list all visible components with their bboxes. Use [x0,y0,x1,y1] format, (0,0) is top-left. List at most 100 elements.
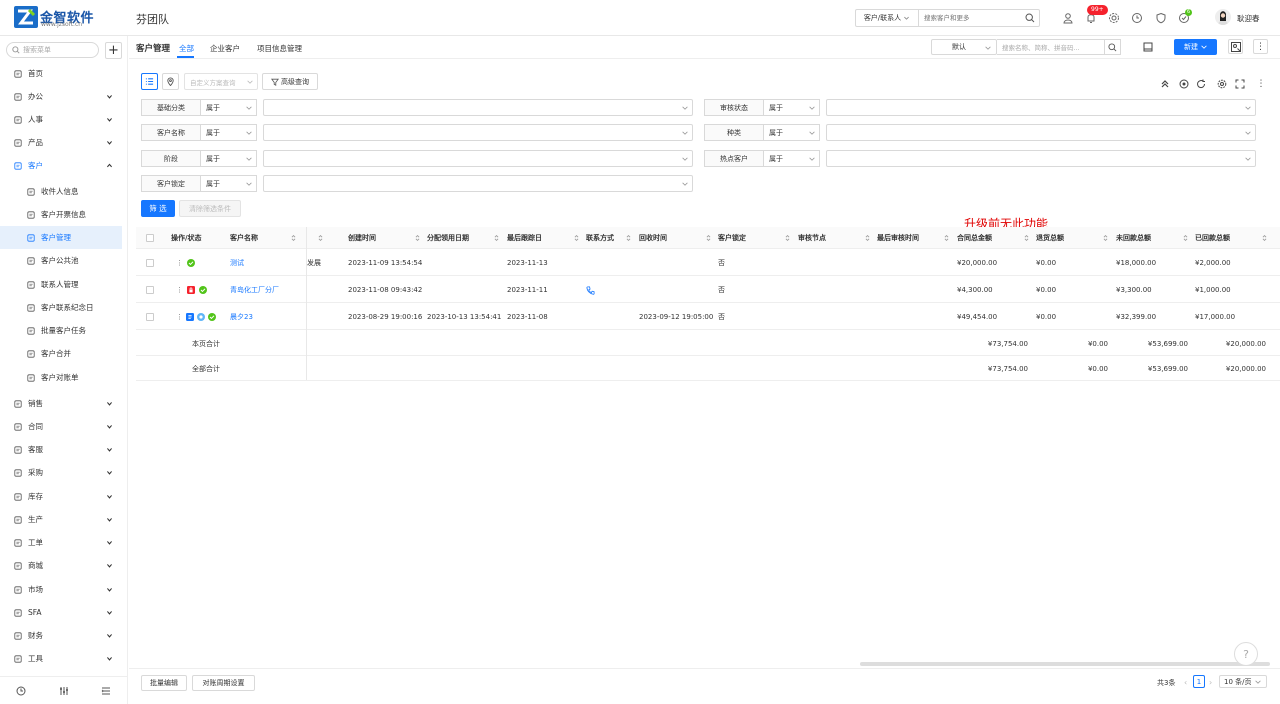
filter-value-select[interactable] [826,124,1256,141]
more-vertical-icon[interactable]: ⋮ [1256,79,1266,89]
prev-page-button[interactable]: ‹ [1184,678,1187,687]
batch-edit-button[interactable]: 批量编辑 [141,675,187,691]
sliders-icon[interactable] [59,686,69,696]
sidebar-item-24[interactable]: 财务 [0,624,122,647]
sidebar-item-22[interactable]: 市场 [0,578,122,601]
add-circle-icon[interactable] [1179,79,1189,89]
col-header-customer-name[interactable]: 客户名称 [230,227,302,249]
settings-icon[interactable] [1217,79,1227,89]
col-header-returns-total[interactable]: 退货总额 [1036,227,1108,249]
search-scope-select[interactable]: 客户/联系人 [856,10,919,26]
view-select[interactable]: 默认 [931,39,997,55]
col-header-last-audit[interactable]: 最后审核时间 [877,227,949,249]
sidebar-item-17[interactable]: 采购 [0,461,122,484]
sidebar-item-23[interactable]: SFA [0,601,122,624]
search-icon[interactable] [1021,10,1039,26]
sidebar-item-1[interactable]: 办公 [0,85,122,108]
fullscreen-icon[interactable] [1235,79,1245,89]
customer-name-link[interactable]: 晨夕23 [230,304,253,330]
filter-value-select[interactable] [826,150,1256,167]
sidebar-item-25[interactable]: 工具 [0,647,122,670]
select-all-checkbox[interactable] [146,227,154,249]
clear-filter-button[interactable]: 清除筛选条件 [179,200,241,217]
filter-operator-select[interactable]: 属于 [763,99,820,116]
period-setting-button[interactable]: 对账周期设置 [192,675,255,691]
col-header-last-track[interactable]: 最后跟踪日 [507,227,579,249]
filter-button[interactable]: 筛 选 [141,200,175,217]
col-header-hidden[interactable] [309,227,327,249]
row-checkbox[interactable] [146,304,154,330]
sidebar-item-18[interactable]: 库存 [0,485,122,508]
sidebar-item-5[interactable]: 收件人信息 [0,180,122,203]
col-header-contact[interactable]: 联系方式 [586,227,631,249]
sidebar-item-9[interactable]: 联系人管理 [0,273,122,296]
horizontal-scrollbar[interactable] [860,662,1270,666]
page-size-select[interactable]: 10 条/页 [1219,675,1267,688]
new-button[interactable]: 新建 [1174,39,1217,55]
sidebar-item-21[interactable]: 商城 [0,554,122,577]
team-name[interactable]: 芬团队 [136,11,169,27]
map-view-button[interactable] [162,73,179,90]
clock-icon[interactable] [1131,12,1143,24]
sidebar-item-8[interactable]: 客户公共池 [0,249,122,272]
table-row[interactable]: ⋮ 测试 发展 2023-11-09 13:54:54 2023-11-13 否… [136,250,1280,276]
sidebar-item-19[interactable]: 生产 [0,508,122,531]
more-vertical-icon[interactable]: ⋮ [176,286,183,294]
help-button[interactable]: ? [1234,642,1258,666]
sidebar-item-16[interactable]: 客服 [0,438,122,461]
filter-operator-select[interactable]: 属于 [200,124,257,141]
gear-icon[interactable] [1108,12,1120,24]
filter-operator-select[interactable]: 属于 [763,150,820,167]
user-name[interactable]: 耿迎春 [1237,13,1260,24]
card-view-button[interactable] [1228,39,1243,54]
tab-enterprise[interactable]: 企业客户 [210,43,240,54]
add-menu-button[interactable]: + [105,42,122,59]
tab-all[interactable]: 全部 [179,43,194,54]
sidebar-item-20[interactable]: 工单 [0,531,122,554]
more-button[interactable]: ⋮ [1253,39,1268,54]
table-row[interactable]: ⋮ 青岛化工厂分厂 2023-11-08 09:43:42 2023-11-11… [136,277,1280,303]
col-header-locked[interactable]: 客户锁定 [718,227,790,249]
sidebar-item-0[interactable]: 首页 [0,62,122,85]
sidebar-item-12[interactable]: 客户合并 [0,342,122,365]
col-header-recycle[interactable]: 回收时间 [639,227,711,249]
col-header-assigned[interactable]: 分配领用日期 [427,227,499,249]
phone-icon[interactable] [586,277,595,303]
more-vertical-icon[interactable]: ⋮ [176,313,183,321]
sidebar-item-13[interactable]: 客户对账单 [0,366,122,389]
search-input[interactable] [919,10,1021,26]
sidebar-item-11[interactable]: 批量客户任务 [0,319,122,342]
col-header-paid-total[interactable]: 已回款总额 [1195,227,1267,249]
print-icon[interactable] [1141,40,1155,54]
filter-operator-select[interactable]: 属于 [763,124,820,141]
keyword-search-button[interactable] [1105,39,1121,55]
filter-value-select[interactable] [263,150,693,167]
customer-name-link[interactable]: 测试 [230,250,244,276]
col-header-unpaid-total[interactable]: 未回款总额 [1116,227,1188,249]
row-checkbox[interactable] [146,250,154,276]
sidebar-item-15[interactable]: 合同 [0,415,122,438]
sidebar-item-14[interactable]: 销售 [0,392,122,415]
tab-project-info[interactable]: 项目信息管理 [257,43,302,54]
filter-value-select[interactable] [263,175,693,192]
current-page[interactable]: 1 [1193,675,1205,688]
more-vertical-icon[interactable]: ⋮ [176,259,183,267]
custom-plan-select[interactable]: 自定义方案查询 [184,73,258,90]
sidebar-item-3[interactable]: 产品 [0,131,122,154]
menu-search-input[interactable]: 搜索菜单 [6,42,99,58]
filter-operator-select[interactable]: 属于 [200,150,257,167]
contacts-icon[interactable] [1062,12,1074,24]
shield-icon[interactable] [1155,12,1167,24]
sidebar-item-2[interactable]: 人事 [0,108,122,131]
filter-value-select[interactable] [826,99,1256,116]
sidebar-item-6[interactable]: 客户开票信息 [0,203,122,226]
sidebar-item-10[interactable]: 客户联系纪念日 [0,296,122,319]
next-page-button[interactable]: › [1209,678,1212,687]
avatar[interactable] [1215,9,1231,25]
filter-value-select[interactable] [263,124,693,141]
customer-name-link[interactable]: 青岛化工厂分厂 [230,277,279,303]
col-header-contract-total[interactable]: 合同总金额 [957,227,1029,249]
table-row[interactable]: ⋮ 晨夕23 2023-08-29 19:00:16 2023-10-13 13… [136,304,1280,330]
filter-operator-select[interactable]: 属于 [200,175,257,192]
keyword-search-input[interactable]: 搜索名称、简称、拼音码... [997,39,1105,55]
